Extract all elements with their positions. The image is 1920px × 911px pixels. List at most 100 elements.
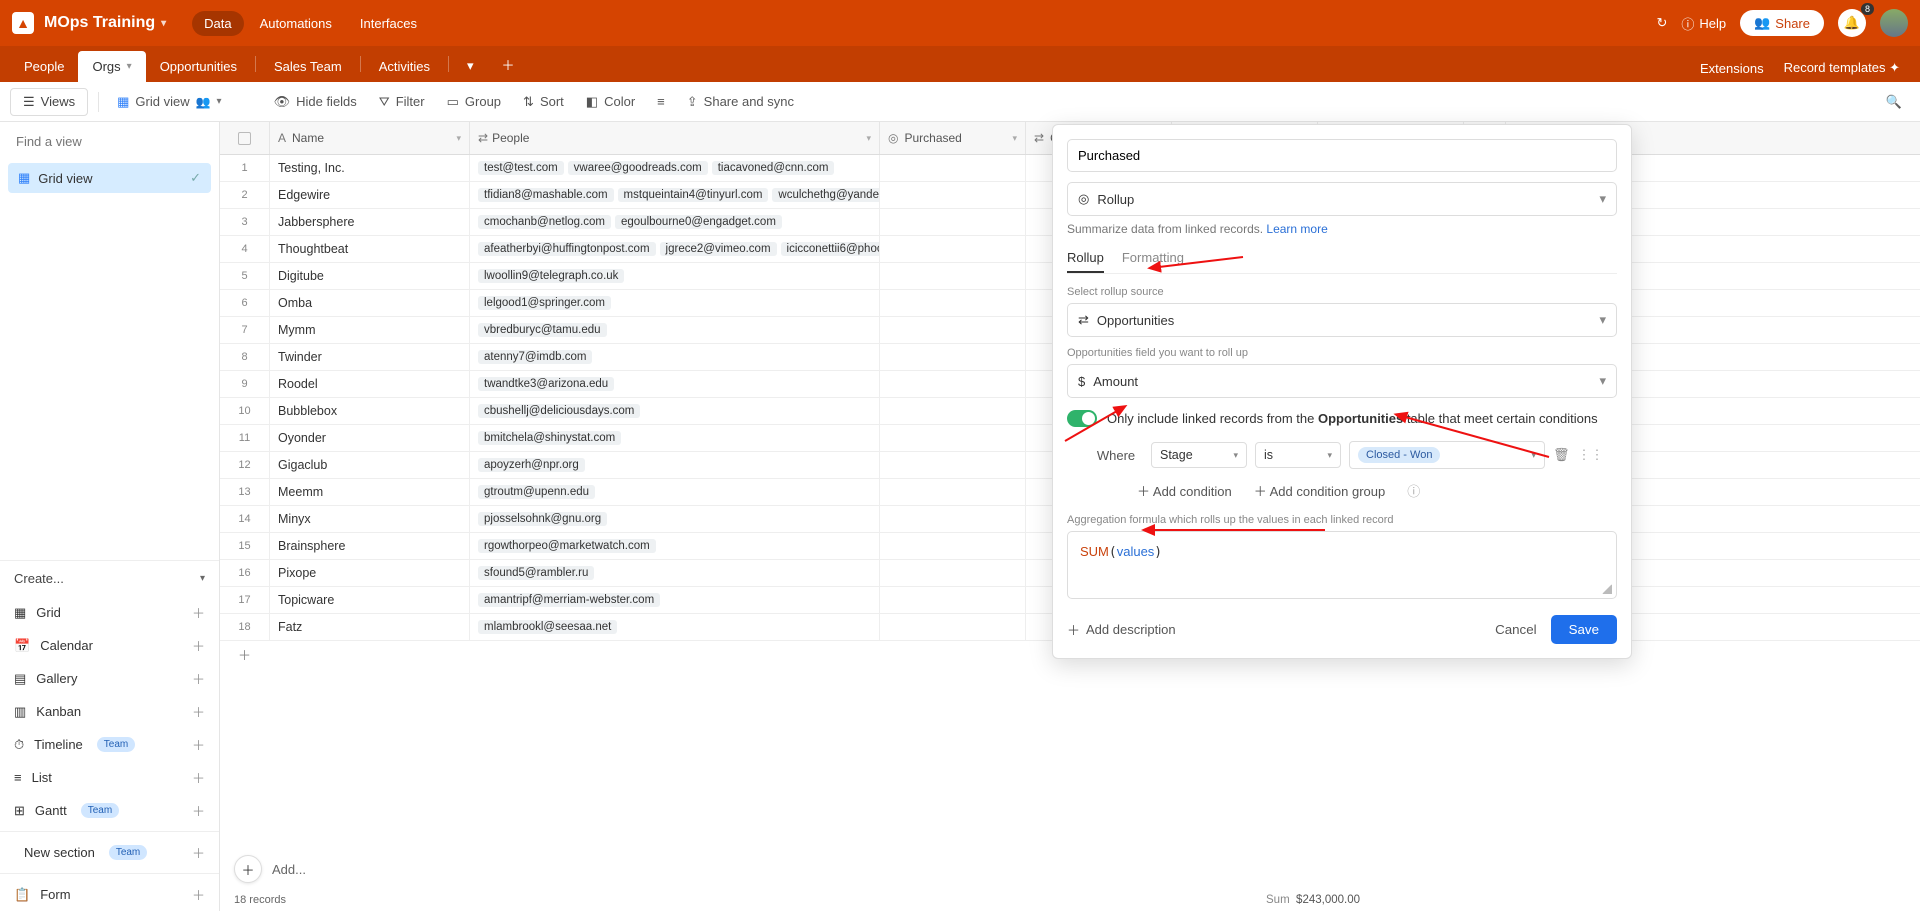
cancel-button[interactable]: Cancel: [1481, 615, 1551, 644]
tab-opportunities[interactable]: Opportunities: [146, 51, 251, 82]
cell-name[interactable]: Mymm: [270, 317, 470, 343]
linked-record-chip[interactable]: icicconettii6@phoca.cz: [781, 242, 880, 256]
create-item-kanban[interactable]: ▥Kanban＋: [0, 695, 219, 728]
cell-name[interactable]: Oyonder: [270, 425, 470, 451]
rollup-source-select[interactable]: ⇄ Opportunities ▾: [1067, 303, 1617, 337]
row-number[interactable]: 4: [220, 236, 270, 262]
cell-purchased[interactable]: [880, 371, 1026, 397]
linked-record-chip[interactable]: test@test.com: [478, 161, 564, 175]
row-number[interactable]: 15: [220, 533, 270, 559]
cell-name[interactable]: Gigaclub: [270, 452, 470, 478]
create-item-timeline[interactable]: ⏱TimelineTeam＋: [0, 728, 219, 761]
cell-purchased[interactable]: [880, 506, 1026, 532]
gridview-dropdown[interactable]: ▦ Grid view 👥 ▾: [109, 89, 229, 115]
field-name-input[interactable]: [1067, 139, 1617, 172]
condition-operator-select[interactable]: is▾: [1255, 442, 1341, 468]
cell-purchased[interactable]: [880, 452, 1026, 478]
add-record-label[interactable]: Add...: [272, 862, 306, 877]
color-button[interactable]: ◧Color: [578, 89, 643, 115]
create-item-gallery[interactable]: ▤Gallery＋: [0, 662, 219, 695]
create-item-list[interactable]: ≡List＋: [0, 761, 219, 794]
create-item-gantt[interactable]: ⊞GanttTeam＋: [0, 794, 219, 827]
rollup-field-select[interactable]: $ Amount ▾: [1067, 364, 1617, 398]
row-number[interactable]: 18: [220, 614, 270, 640]
group-button[interactable]: ▭Group: [439, 89, 509, 115]
linked-record-chip[interactable]: pjosselsohnk@gnu.org: [478, 512, 607, 526]
linked-record-chip[interactable]: apoyzerh@npr.org: [478, 458, 585, 472]
row-number[interactable]: 3: [220, 209, 270, 235]
hide-fields-button[interactable]: 👁Hide fields: [266, 89, 365, 115]
linked-record-chip[interactable]: cbushellj@deliciousdays.com: [478, 404, 640, 418]
cell-people[interactable]: vbredburyc@tamu.edu: [470, 317, 880, 343]
cell-purchased[interactable]: [880, 263, 1026, 289]
resize-handle[interactable]: [1602, 584, 1612, 594]
cell-name[interactable]: Testing, Inc.: [270, 155, 470, 181]
linked-record-chip[interactable]: rgowthorpeo@marketwatch.com: [478, 539, 656, 553]
row-number[interactable]: 10: [220, 398, 270, 424]
linked-record-chip[interactable]: amantripf@merriam-webster.com: [478, 593, 660, 607]
user-avatar[interactable]: [1880, 9, 1908, 37]
cell-name[interactable]: Digitube: [270, 263, 470, 289]
history-icon[interactable]: ↻: [1656, 15, 1667, 31]
linked-record-chip[interactable]: sfound5@rambler.ru: [478, 566, 594, 580]
linked-record-chip[interactable]: afeatherbyi@huffingtonpost.com: [478, 242, 656, 256]
find-view-input[interactable]: [12, 130, 207, 153]
linked-record-chip[interactable]: wculchethg@yandex.ru: [772, 188, 880, 202]
linked-record-chip[interactable]: twandtke3@arizona.edu: [478, 377, 614, 391]
cell-purchased[interactable]: [880, 236, 1026, 262]
cell-name[interactable]: Minyx: [270, 506, 470, 532]
cell-name[interactable]: Fatz: [270, 614, 470, 640]
share-button[interactable]: 👥 Share: [1740, 10, 1824, 36]
tab-people[interactable]: People: [10, 51, 78, 82]
cell-people[interactable]: sfound5@rambler.ru: [470, 560, 880, 586]
row-height-button[interactable]: ≡: [649, 89, 673, 114]
cell-purchased[interactable]: [880, 290, 1026, 316]
tab-formatting-config[interactable]: Formatting: [1122, 250, 1184, 273]
row-number[interactable]: 2: [220, 182, 270, 208]
linked-record-chip[interactable]: egoulbourne0@engadget.com: [615, 215, 782, 229]
cell-people[interactable]: amantripf@merriam-webster.com: [470, 587, 880, 613]
cell-name[interactable]: Thoughtbeat: [270, 236, 470, 262]
cell-name[interactable]: Jabbersphere: [270, 209, 470, 235]
help-icon[interactable]: ⓘ: [1407, 481, 1420, 500]
linked-record-chip[interactable]: vwaree@goodreads.com: [568, 161, 708, 175]
linked-record-chip[interactable]: lwoollin9@telegraph.co.uk: [478, 269, 624, 283]
cell-purchased[interactable]: [880, 479, 1026, 505]
create-item-grid[interactable]: ▦Grid＋: [0, 596, 219, 629]
cell-people[interactable]: atenny7@imdb.com: [470, 344, 880, 370]
views-button[interactable]: ☰ Views: [10, 88, 88, 116]
linked-record-chip[interactable]: lelgood1@springer.com: [478, 296, 611, 310]
cell-purchased[interactable]: [880, 398, 1026, 424]
column-purchased[interactable]: ◎Purchased▾: [880, 122, 1026, 154]
cell-name[interactable]: Omba: [270, 290, 470, 316]
linked-record-chip[interactable]: tiacavoned@cnn.com: [712, 161, 835, 175]
cell-purchased[interactable]: [880, 614, 1026, 640]
cell-people[interactable]: afeatherbyi@huffingtonpost.comjgrece2@vi…: [470, 236, 880, 262]
cell-name[interactable]: Edgewire: [270, 182, 470, 208]
cell-name[interactable]: Bubblebox: [270, 398, 470, 424]
cell-people[interactable]: cmochanb@netlog.com egoulbourne0@engadget…: [470, 209, 880, 235]
cell-people[interactable]: gtroutm@upenn.edu: [470, 479, 880, 505]
tab-sales-team[interactable]: Sales Team: [260, 51, 356, 82]
condition-toggle[interactable]: [1067, 410, 1097, 427]
delete-condition-button[interactable]: 🗑: [1553, 447, 1570, 463]
cell-purchased[interactable]: [880, 209, 1026, 235]
tab-more[interactable]: ▾: [453, 50, 488, 82]
row-number[interactable]: 6: [220, 290, 270, 316]
row-number[interactable]: 16: [220, 560, 270, 586]
row-number[interactable]: 9: [220, 371, 270, 397]
linked-record-chip[interactable]: cmochanb@netlog.com: [478, 215, 611, 229]
drag-handle-icon[interactable]: ⋮⋮: [1578, 447, 1604, 463]
row-number[interactable]: 5: [220, 263, 270, 289]
add-condition-group-button[interactable]: ＋ Add condition group: [1254, 481, 1386, 500]
create-item-calendar[interactable]: 📅Calendar＋: [0, 629, 219, 662]
add-description-button[interactable]: ＋ Add description: [1067, 620, 1176, 639]
nav-interfaces[interactable]: Interfaces: [348, 11, 429, 36]
row-number[interactable]: 7: [220, 317, 270, 343]
add-record-fab[interactable]: ＋: [234, 855, 262, 883]
help-button[interactable]: ⓘ Help: [1681, 14, 1726, 33]
cell-people[interactable]: rgowthorpeo@marketwatch.com: [470, 533, 880, 559]
tab-activities[interactable]: Activities: [365, 51, 444, 82]
row-number[interactable]: 13: [220, 479, 270, 505]
base-name-menu[interactable]: MOps Training ▾: [44, 14, 166, 32]
